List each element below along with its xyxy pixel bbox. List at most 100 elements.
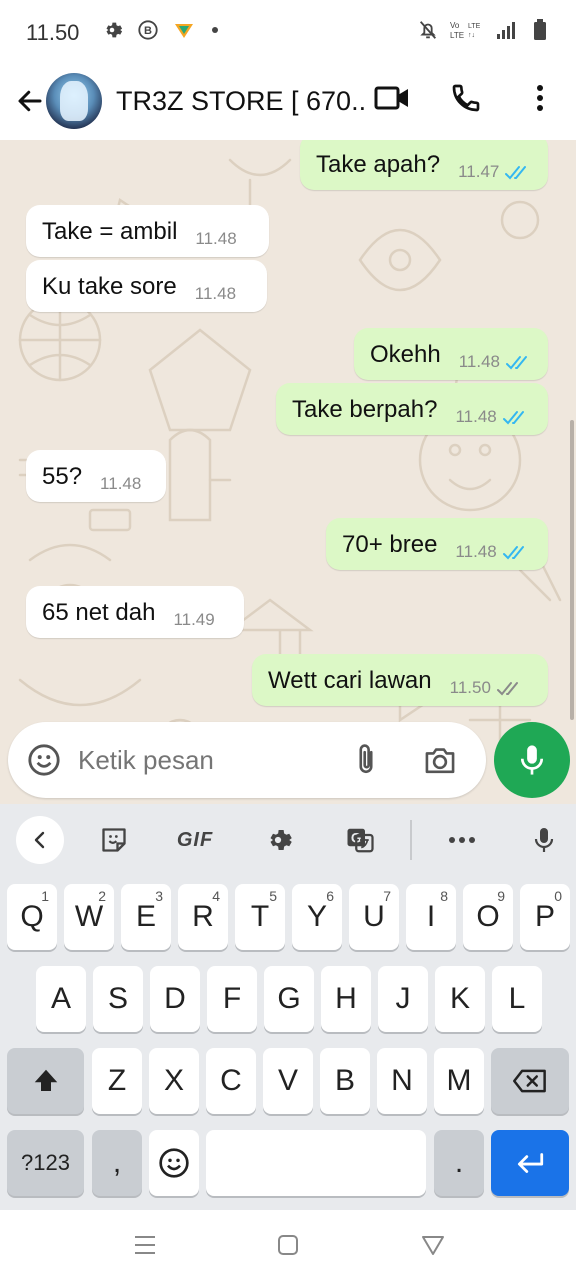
- avatar[interactable]: [46, 73, 102, 129]
- key[interactable]: G: [264, 966, 314, 1032]
- voice-typing-button[interactable]: [522, 818, 566, 862]
- status-bar: 11.50 B Vo LTE LTE ↑↓: [0, 0, 576, 62]
- key[interactable]: S: [93, 966, 143, 1032]
- key-label: I: [426, 900, 436, 933]
- emoji-icon: [159, 1148, 189, 1178]
- shift-key[interactable]: [7, 1048, 84, 1114]
- message-time: 11.49: [173, 610, 215, 629]
- key[interactable]: W2: [64, 884, 114, 950]
- attach-button[interactable]: [346, 740, 386, 780]
- translate-button[interactable]: G: [338, 818, 382, 862]
- period-key[interactable]: .: [434, 1130, 484, 1196]
- key-label: E: [135, 900, 156, 933]
- key[interactable]: X: [149, 1048, 199, 1114]
- svg-text:Vo: Vo: [450, 21, 460, 30]
- key[interactable]: B: [320, 1048, 370, 1114]
- key[interactable]: D: [150, 966, 200, 1032]
- message-time: 11.48: [100, 474, 142, 493]
- read-receipt-icon: [502, 410, 529, 435]
- message-incoming[interactable]: 55? 11.48: [26, 450, 166, 502]
- key[interactable]: L: [492, 966, 542, 1032]
- key-label: Y: [306, 900, 327, 933]
- key[interactable]: Z: [92, 1048, 142, 1114]
- key[interactable]: F: [207, 966, 257, 1032]
- key[interactable]: H: [321, 966, 371, 1032]
- key-label: W: [74, 900, 104, 933]
- key[interactable]: Q1: [7, 884, 57, 950]
- key[interactable]: O9: [463, 884, 513, 950]
- delivered-receipt-icon: [496, 681, 523, 706]
- key-label: M: [446, 1064, 472, 1097]
- voice-record-button[interactable]: [494, 722, 570, 798]
- backspace-icon: [513, 1069, 546, 1093]
- video-call-icon: [374, 86, 408, 110]
- message-incoming[interactable]: 65 net dah 11.49: [26, 586, 244, 638]
- sticker-button[interactable]: [92, 818, 136, 862]
- back-nav-button[interactable]: [418, 1230, 448, 1260]
- enter-key[interactable]: [491, 1130, 569, 1196]
- message-outgoing[interactable]: 70+ bree 11.48: [326, 518, 548, 570]
- key[interactable]: T5: [235, 884, 285, 950]
- keyboard-settings-button[interactable]: [256, 818, 300, 862]
- shift-icon: [34, 1069, 57, 1091]
- message-incoming[interactable]: Take = ambil 11.48: [26, 205, 269, 257]
- emoji-button[interactable]: [24, 740, 64, 780]
- key[interactable]: N: [377, 1048, 427, 1114]
- translate-icon: G: [347, 828, 374, 853]
- key-label: V: [277, 1064, 298, 1097]
- key[interactable]: C: [206, 1048, 256, 1114]
- key[interactable]: E3: [121, 884, 171, 950]
- key[interactable]: Y6: [292, 884, 342, 950]
- key[interactable]: A: [36, 966, 86, 1032]
- battery-icon: [528, 18, 552, 42]
- message-time: 11.50: [449, 678, 491, 697]
- status-icons-right: Vo LTE LTE ↑↓: [416, 18, 552, 42]
- key-hint: 6: [326, 888, 334, 904]
- voice-call-button[interactable]: [444, 76, 488, 120]
- comma-key[interactable]: ,: [92, 1130, 142, 1196]
- sticker-icon: [102, 828, 126, 852]
- key[interactable]: V: [263, 1048, 313, 1114]
- key[interactable]: U7: [349, 884, 399, 950]
- message-incoming[interactable]: Ku take sore 11.48: [26, 260, 267, 312]
- message-time: 11.48: [195, 229, 237, 248]
- back-triangle-icon: [422, 1236, 444, 1255]
- key[interactable]: P0: [520, 884, 570, 950]
- message-text: 65 net dah: [42, 599, 156, 626]
- recent-apps-button[interactable]: [130, 1230, 160, 1260]
- message-input-bar: [8, 722, 486, 798]
- message-text: Take berpah?: [292, 396, 438, 423]
- backspace-key[interactable]: [491, 1048, 569, 1114]
- key[interactable]: M: [434, 1048, 484, 1114]
- navigation-bar: [0, 1210, 576, 1280]
- home-button[interactable]: [273, 1230, 303, 1260]
- key[interactable]: J: [378, 966, 428, 1032]
- read-receipt-icon: [505, 165, 531, 190]
- scrollbar-thumb[interactable]: [570, 420, 574, 720]
- key-hint: 2: [98, 888, 106, 904]
- gear-icon: [100, 18, 124, 42]
- camera-button[interactable]: [420, 740, 460, 780]
- chat-title[interactable]: TR3Z STORE [ 670...: [116, 86, 366, 117]
- key-label: X: [163, 1064, 184, 1097]
- gif-button[interactable]: GIF: [170, 818, 220, 862]
- key[interactable]: I8: [406, 884, 456, 950]
- key[interactable]: R4: [178, 884, 228, 950]
- emoji-key[interactable]: [149, 1130, 199, 1196]
- message-input[interactable]: [78, 744, 338, 776]
- more-options-button[interactable]: [518, 76, 562, 120]
- key-label: K: [449, 982, 470, 1015]
- message-outgoing[interactable]: Take berpah? 11.48: [276, 383, 548, 435]
- more-keyboard-options-button[interactable]: [440, 818, 484, 862]
- key-hint: 0: [554, 888, 562, 904]
- symbols-key[interactable]: ?123: [7, 1130, 84, 1196]
- video-call-button[interactable]: [370, 76, 414, 120]
- key[interactable]: K: [435, 966, 485, 1032]
- space-key[interactable]: [206, 1130, 426, 1196]
- keyboard-collapse-button[interactable]: [16, 816, 64, 864]
- chat-area[interactable]: Take apah? 11.47 Take = ambil 11.48 Ku t…: [0, 140, 576, 804]
- message-outgoing[interactable]: Wett cari lawan 11.50: [252, 654, 548, 706]
- message-outgoing[interactable]: Okehh 11.48: [354, 328, 548, 380]
- message-outgoing[interactable]: Take apah? 11.47: [300, 140, 548, 190]
- message-text: Okehh: [370, 341, 441, 368]
